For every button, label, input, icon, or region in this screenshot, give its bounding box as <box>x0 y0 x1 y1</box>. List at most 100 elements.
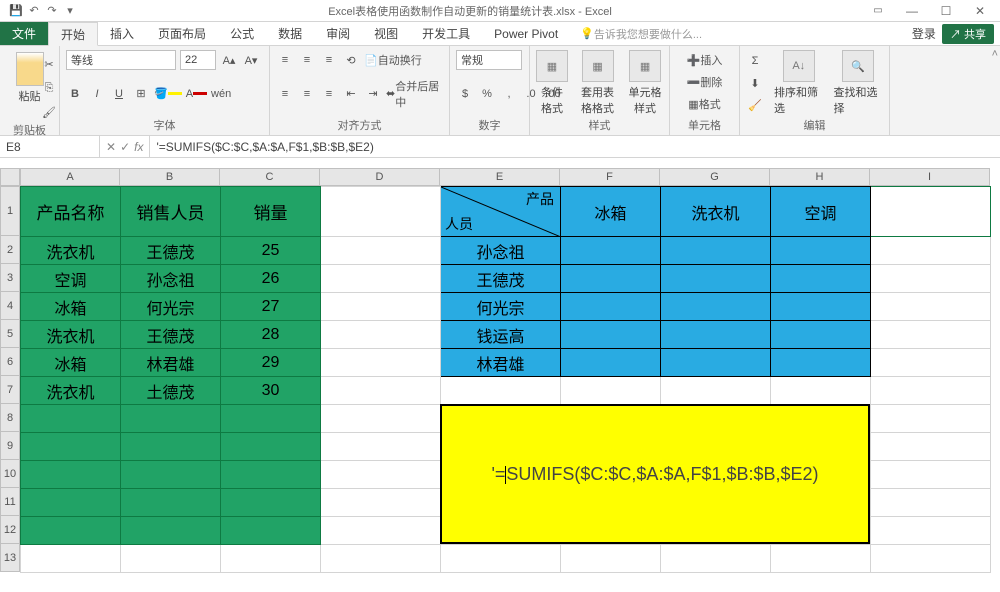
cell[interactable] <box>871 321 991 349</box>
cell[interactable] <box>121 517 221 545</box>
delete-cells-button[interactable]: ➖删除 <box>676 72 733 92</box>
tab-data[interactable]: 数据 <box>266 22 314 45</box>
close-icon[interactable]: ✕ <box>964 1 996 21</box>
inc-indent-icon[interactable]: ⇥ <box>364 84 382 104</box>
clear-icon[interactable]: 🧹 <box>746 95 764 115</box>
format-painter-icon[interactable]: 🖌 <box>40 102 58 122</box>
redo-icon[interactable]: ↷ <box>44 3 60 19</box>
cell[interactable] <box>21 461 121 489</box>
ribbon-options-icon[interactable]: ▭ <box>862 1 894 21</box>
cell[interactable] <box>661 321 771 349</box>
cell[interactable]: 林君雄 <box>121 349 221 377</box>
underline-button[interactable]: U <box>110 84 128 104</box>
select-all-corner[interactable] <box>0 168 20 186</box>
tab-home[interactable]: 开始 <box>48 22 98 46</box>
comma-icon[interactable]: , <box>500 84 518 104</box>
row-headers[interactable]: 1 2 3 4 5 6 7 8 9 10 11 12 13 <box>0 186 20 572</box>
save-icon[interactable]: 💾 <box>8 3 24 19</box>
insert-cells-button[interactable]: ➕插入 <box>676 50 733 70</box>
cell[interactable]: 林君雄 <box>441 349 561 377</box>
cell[interactable] <box>771 293 871 321</box>
cell[interactable]: 洗衣机 <box>21 377 121 405</box>
cell[interactable]: 28 <box>221 321 321 349</box>
cell[interactable]: 孙念祖 <box>441 237 561 265</box>
cell[interactable] <box>561 293 661 321</box>
cell[interactable] <box>221 545 321 573</box>
cell[interactable] <box>21 433 121 461</box>
cell[interactable] <box>321 433 441 461</box>
cell[interactable] <box>121 405 221 433</box>
cell[interactable] <box>321 461 441 489</box>
cell[interactable]: 销售人员 <box>121 187 221 237</box>
cell[interactable] <box>661 545 771 573</box>
cell[interactable] <box>321 489 441 517</box>
cell[interactable] <box>771 377 871 405</box>
sort-filter-button[interactable]: A↓排序和筛选 <box>774 50 824 116</box>
tell-me[interactable]: 💡 告诉我您想要做什么... <box>580 22 702 45</box>
wrap-text-button[interactable]: 📄自动换行 <box>364 50 422 70</box>
cell[interactable]: 25 <box>221 237 321 265</box>
cell[interactable] <box>561 265 661 293</box>
collapse-ribbon-icon[interactable]: ˄ <box>992 48 998 60</box>
merge-button[interactable]: ⬌合并后居中 <box>386 84 443 104</box>
cell[interactable]: 王德茂 <box>121 321 221 349</box>
cell[interactable] <box>661 377 771 405</box>
cell[interactable] <box>871 265 991 293</box>
align-bot-icon[interactable]: ≡ <box>320 50 338 70</box>
cell[interactable] <box>221 489 321 517</box>
cell[interactable] <box>661 237 771 265</box>
font-color-icon[interactable]: A <box>186 84 207 104</box>
cell[interactable] <box>871 377 991 405</box>
format-cells-button[interactable]: ▦格式 <box>676 94 733 114</box>
cell[interactable] <box>321 517 441 545</box>
find-select-button[interactable]: 🔍查找和选择 <box>834 50 884 116</box>
cell[interactable]: 洗衣机 <box>21 321 121 349</box>
qat-dropdown-icon[interactable]: ▾ <box>62 3 78 19</box>
cell[interactable]: 洗衣机 <box>21 237 121 265</box>
cut-icon[interactable]: ✂ <box>40 54 58 74</box>
cell[interactable]: 销量 <box>221 187 321 237</box>
cell[interactable] <box>661 293 771 321</box>
cell[interactable]: 王德茂 <box>121 237 221 265</box>
currency-icon[interactable]: $ <box>456 84 474 104</box>
cell[interactable] <box>221 405 321 433</box>
tab-review[interactable]: 审阅 <box>314 22 362 45</box>
tab-dev[interactable]: 开发工具 <box>410 22 482 45</box>
font-name-select[interactable]: 等线 <box>66 50 176 70</box>
conditional-format-button[interactable]: ▦条件格式 <box>536 50 568 116</box>
cell[interactable] <box>121 545 221 573</box>
phonetic-icon[interactable]: wén <box>211 84 231 104</box>
cell[interactable]: 空调 <box>771 187 871 237</box>
cell[interactable] <box>21 489 121 517</box>
bold-button[interactable]: B <box>66 84 84 104</box>
cell[interactable] <box>221 433 321 461</box>
cell[interactable] <box>441 545 561 573</box>
align-center-icon[interactable]: ≡ <box>298 84 316 104</box>
cell[interactable] <box>561 349 661 377</box>
cell[interactable] <box>771 265 871 293</box>
cancel-formula-icon[interactable]: ✕ <box>106 140 116 154</box>
cell[interactable]: 冰箱 <box>21 293 121 321</box>
cell[interactable] <box>771 545 871 573</box>
cell[interactable] <box>871 405 991 433</box>
cell[interactable] <box>661 265 771 293</box>
cell[interactable]: 孙念祖 <box>121 265 221 293</box>
cell[interactable] <box>121 489 221 517</box>
cell[interactable]: 27 <box>221 293 321 321</box>
cell[interactable] <box>321 377 441 405</box>
table-format-button[interactable]: ▦套用表格格式 <box>576 50 619 116</box>
cell[interactable]: 钱运高 <box>441 321 561 349</box>
cell[interactable] <box>771 237 871 265</box>
dec-indent-icon[interactable]: ⇤ <box>342 84 360 104</box>
share-button[interactable]: ↗ 共享 <box>942 24 994 44</box>
cell[interactable]: 产品 人员 <box>441 187 561 237</box>
tab-formulas[interactable]: 公式 <box>218 22 266 45</box>
cell[interactable] <box>871 237 991 265</box>
tab-power[interactable]: Power Pivot <box>482 22 570 45</box>
cell[interactable] <box>321 187 441 237</box>
cell[interactable] <box>871 461 991 489</box>
shrink-font-icon[interactable]: A▾ <box>242 50 260 70</box>
border-icon[interactable]: ⊞ <box>132 84 150 104</box>
align-right-icon[interactable]: ≡ <box>320 84 338 104</box>
cell[interactable]: 冰箱 <box>561 187 661 237</box>
